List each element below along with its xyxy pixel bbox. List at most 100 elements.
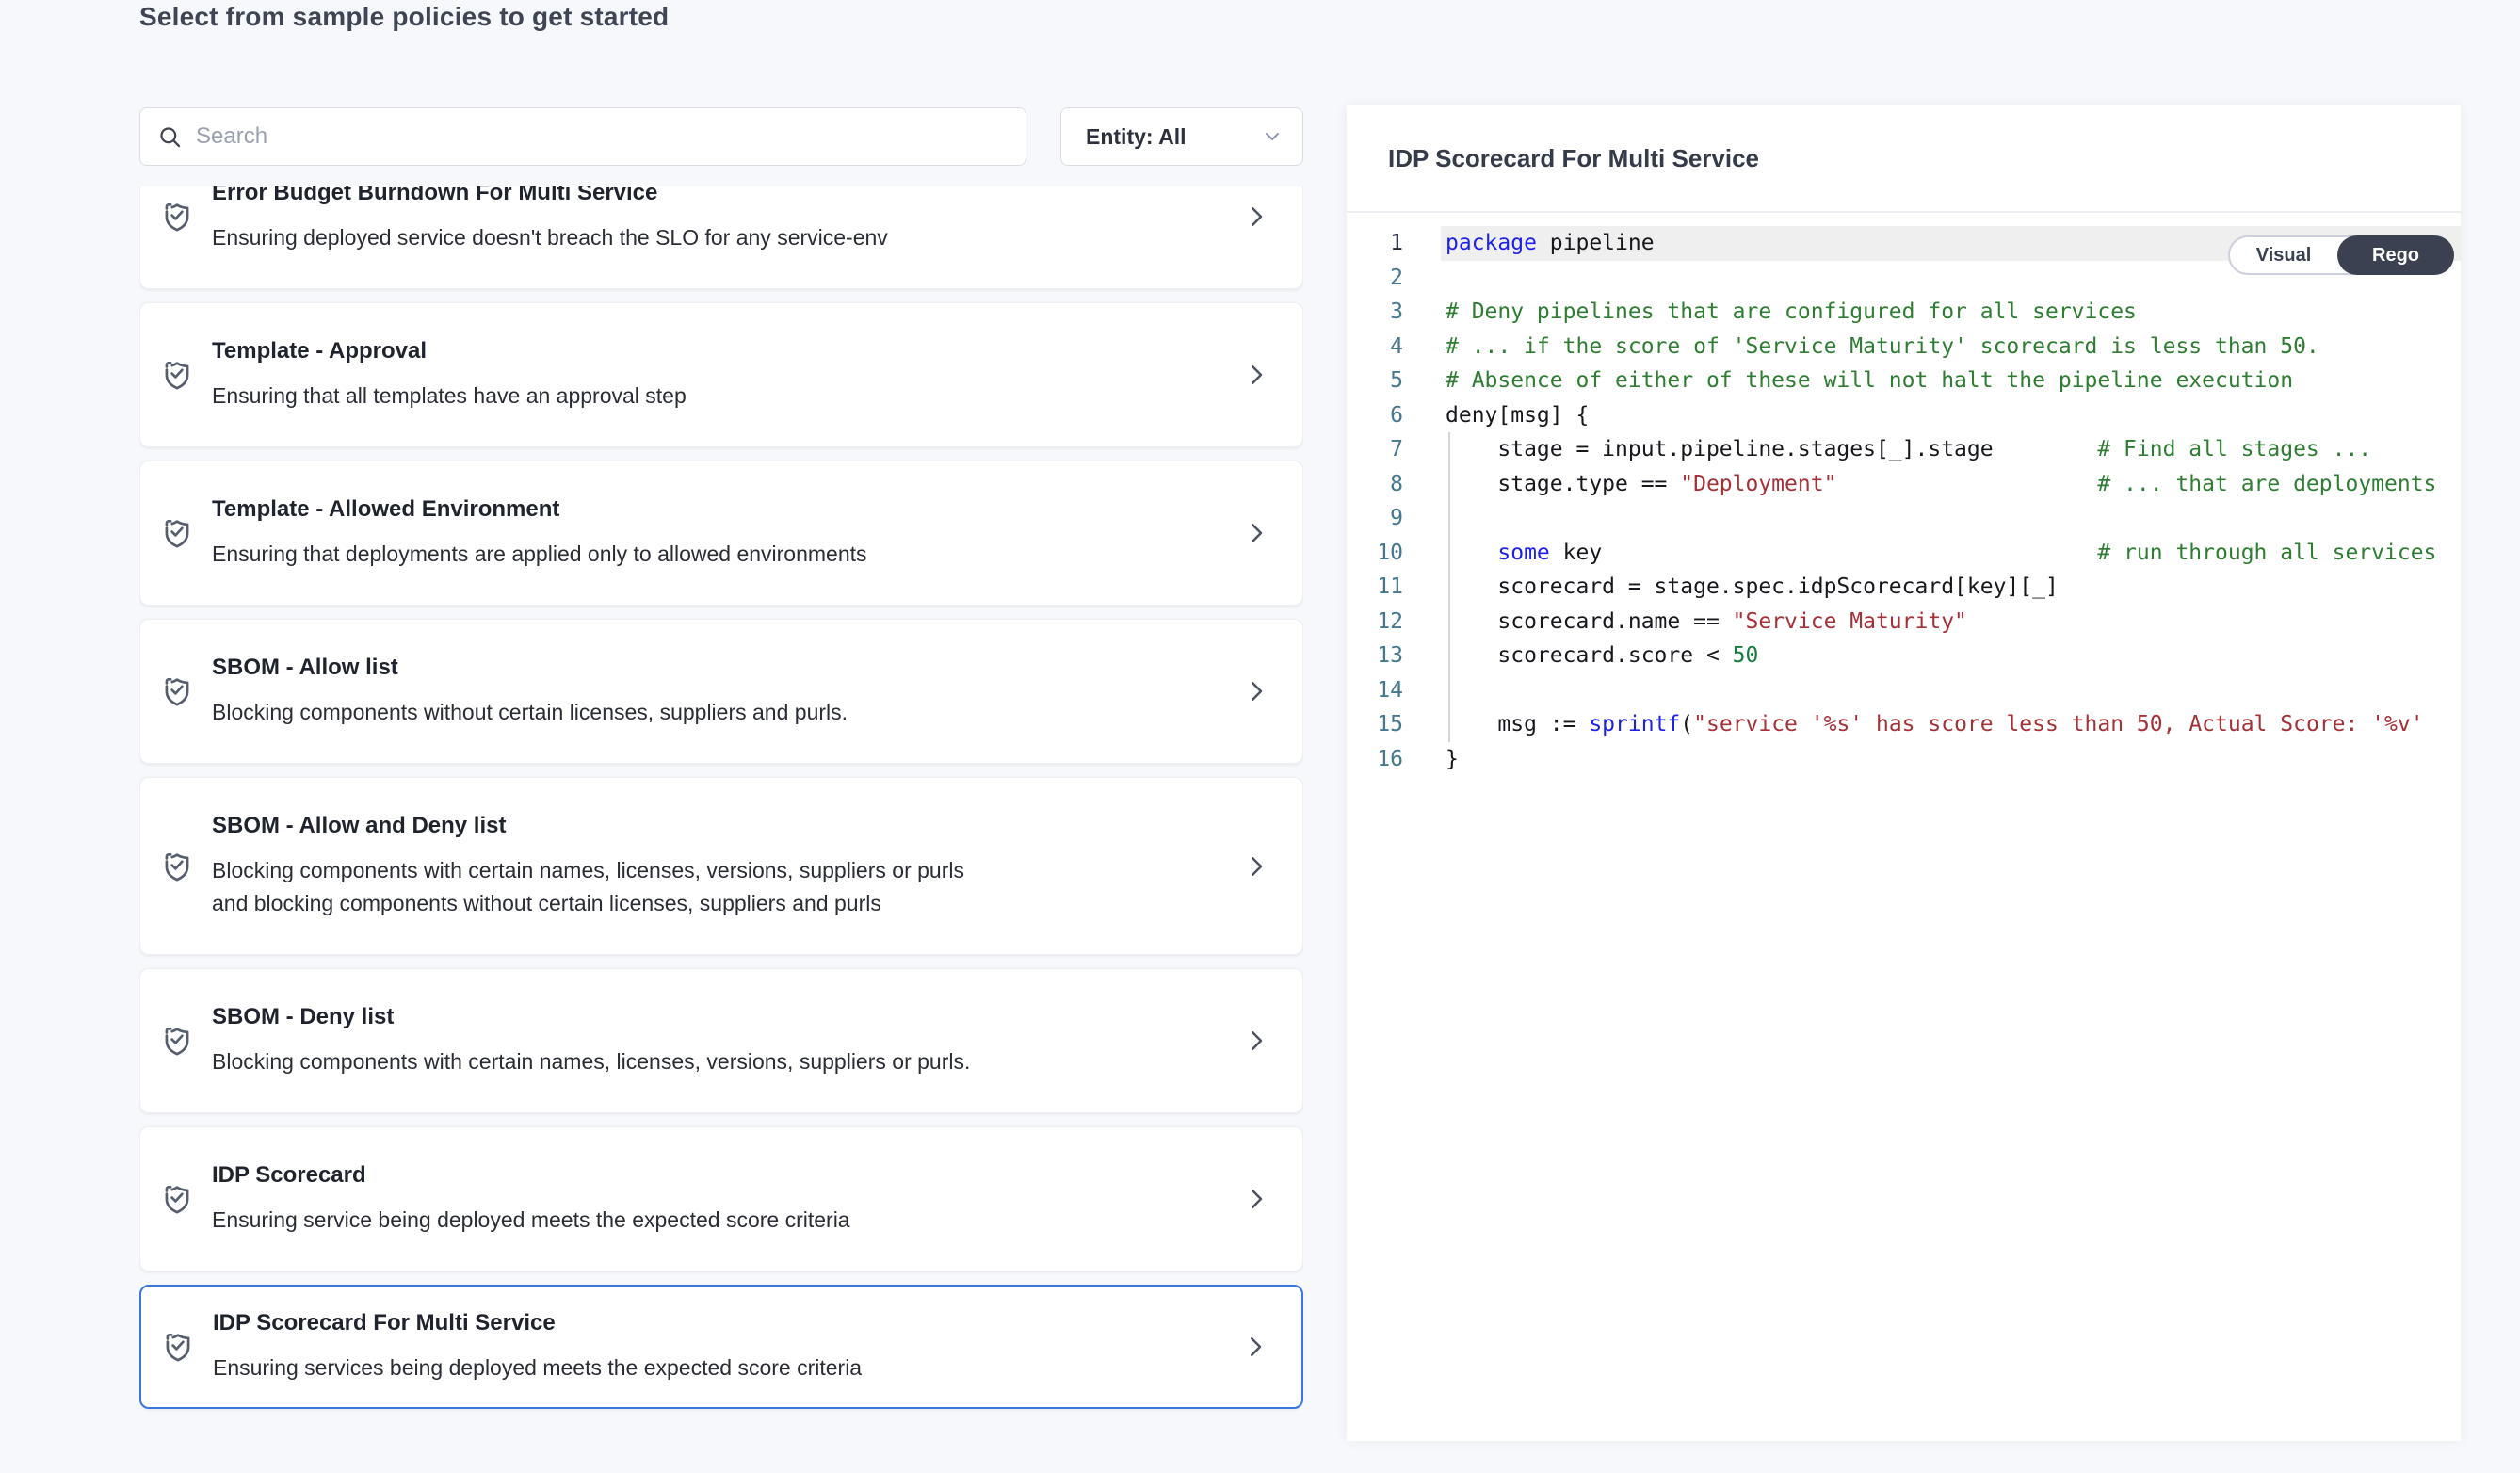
policy-description: Blocking components without certain lice… bbox=[212, 696, 1003, 729]
policy-title: Error Budget Burndown For Multi Service bbox=[212, 186, 1231, 207]
line-number: 8 bbox=[1347, 467, 1403, 502]
policy-description: Ensuring deployed service doesn't breach… bbox=[212, 221, 1003, 254]
detail-divider bbox=[1347, 211, 2461, 213]
policy-card[interactable]: Template - Approval Ensuring that all te… bbox=[139, 302, 1303, 447]
line-number: 15 bbox=[1347, 707, 1403, 742]
line-number: 2 bbox=[1347, 261, 1403, 296]
policy-description: Ensuring that deployments are applied on… bbox=[212, 538, 1003, 571]
code-line-content: scorecard.name == "Service Maturity" bbox=[1441, 605, 2461, 639]
detail-title: IDP Scorecard For Multi Service bbox=[1388, 144, 1759, 173]
chevron-right-icon[interactable] bbox=[1242, 361, 1270, 389]
policy-card-text: SBOM - Allow and Deny list Blocking comp… bbox=[212, 812, 1231, 920]
code-line: 13 scorecard.score < 50 bbox=[1347, 639, 2461, 673]
code-line: 4 # ... if the score of 'Service Maturity… bbox=[1347, 330, 2461, 364]
entity-filter-label: Entity: All bbox=[1086, 124, 1261, 150]
line-number: 4 bbox=[1347, 330, 1403, 364]
policy-description: Ensuring services being deployed meets t… bbox=[213, 1352, 1004, 1384]
policy-card-text: Template - Allowed Environment Ensuring … bbox=[212, 495, 1231, 571]
policy-title: Template - Approval bbox=[212, 337, 1231, 365]
code-line: 16} bbox=[1347, 742, 2461, 777]
search-input[interactable] bbox=[196, 123, 1009, 150]
code-line-content: deny[msg] { bbox=[1441, 398, 2461, 433]
shield-check-icon bbox=[159, 356, 195, 394]
policy-detail-panel: IDP Scorecard For Multi Service 1package… bbox=[1347, 105, 2461, 1441]
page-title: Select from sample policies to get start… bbox=[139, 2, 669, 32]
line-number: 10 bbox=[1347, 536, 1403, 571]
code-line: 7 stage = input.pipeline.stages[_].stage… bbox=[1347, 432, 2461, 467]
policy-list: Error Budget Burndown For Multi Service … bbox=[139, 186, 1303, 1441]
visual-toggle-button[interactable]: Visual bbox=[2230, 237, 2337, 273]
code-line: 12 scorecard.name == "Service Maturity" bbox=[1347, 605, 2461, 639]
policy-card-text: IDP Scorecard For Multi Service Ensuring… bbox=[213, 1309, 1230, 1384]
chevron-right-icon[interactable] bbox=[1242, 677, 1270, 705]
shield-check-icon bbox=[160, 1328, 196, 1366]
policy-title: Template - Allowed Environment bbox=[212, 495, 1231, 524]
entity-filter-dropdown[interactable]: Entity: All bbox=[1060, 107, 1303, 166]
code-line-content: msg := sprintf("service '%s' has score l… bbox=[1441, 707, 2461, 742]
code-line: 11 scorecard = stage.spec.idpScorecard[k… bbox=[1347, 570, 2461, 605]
chevron-right-icon[interactable] bbox=[1242, 852, 1270, 881]
code-line-content bbox=[1441, 501, 2461, 536]
line-number: 3 bbox=[1347, 295, 1403, 330]
rego-toggle-button[interactable]: Rego bbox=[2337, 235, 2454, 275]
code-line: 14 bbox=[1347, 673, 2461, 708]
policy-card[interactable]: SBOM - Deny list Blocking components wit… bbox=[139, 968, 1303, 1113]
code-line: 8 stage.type == "Deployment" # ... that … bbox=[1347, 467, 2461, 502]
policy-title: IDP Scorecard bbox=[212, 1161, 1231, 1190]
code-line-content: stage = input.pipeline.stages[_].stage #… bbox=[1441, 432, 2461, 467]
line-number: 6 bbox=[1347, 398, 1403, 433]
policy-card-text: IDP Scorecard Ensuring service being dep… bbox=[212, 1161, 1231, 1237]
policy-description: Blocking components with certain names, … bbox=[212, 854, 1003, 920]
policy-card-text: SBOM - Deny list Blocking components wit… bbox=[212, 1003, 1231, 1078]
line-number: 12 bbox=[1347, 605, 1403, 639]
policy-card[interactable]: Error Budget Burndown For Multi Service … bbox=[139, 186, 1303, 289]
policy-card[interactable]: SBOM - Allow list Blocking components wi… bbox=[139, 619, 1303, 764]
line-number: 5 bbox=[1347, 364, 1403, 398]
code-line: 5 # Absence of either of these will not h… bbox=[1347, 364, 2461, 398]
code-line: 10 some key # run through all services bbox=[1347, 536, 2461, 571]
shield-check-icon bbox=[159, 514, 195, 552]
policy-title: SBOM - Allow and Deny list bbox=[212, 812, 1231, 840]
shield-check-icon bbox=[159, 1180, 195, 1218]
line-number: 13 bbox=[1347, 639, 1403, 673]
rego-code-editor[interactable]: 1package pipeline23# Deny pipelines that… bbox=[1347, 226, 2461, 1441]
line-number: 1 bbox=[1347, 226, 1403, 261]
shield-check-icon bbox=[159, 1022, 195, 1060]
chevron-right-icon[interactable] bbox=[1242, 519, 1270, 547]
policy-card[interactable]: Template - Allowed Environment Ensuring … bbox=[139, 461, 1303, 606]
line-number: 14 bbox=[1347, 673, 1403, 708]
line-number: 16 bbox=[1347, 742, 1403, 777]
policy-title: SBOM - Allow list bbox=[212, 654, 1231, 682]
policy-card-text: Error Budget Burndown For Multi Service … bbox=[212, 186, 1231, 254]
code-line-content: scorecard.score < 50 bbox=[1441, 639, 2461, 673]
policy-title: SBOM - Deny list bbox=[212, 1003, 1231, 1031]
shield-check-icon bbox=[159, 672, 195, 710]
policy-card-text: Template - Approval Ensuring that all te… bbox=[212, 337, 1231, 413]
shield-check-icon bbox=[159, 198, 195, 235]
indent-guide bbox=[1448, 432, 1450, 742]
policy-description: Ensuring that all templates have an appr… bbox=[212, 380, 1003, 413]
chevron-right-icon[interactable] bbox=[1241, 1333, 1269, 1361]
code-line-content: } bbox=[1441, 742, 2461, 777]
shield-check-icon bbox=[159, 848, 195, 885]
chevron-right-icon[interactable] bbox=[1242, 1185, 1270, 1213]
view-mode-toggle: Visual Rego bbox=[2228, 235, 2454, 275]
line-number: 9 bbox=[1347, 501, 1403, 536]
code-line-content: # Absence of either of these will not ha… bbox=[1441, 364, 2461, 398]
code-line-content bbox=[1441, 673, 2461, 708]
code-line: 3# Deny pipelines that are configured fo… bbox=[1347, 295, 2461, 330]
policy-card-text: SBOM - Allow list Blocking components wi… bbox=[212, 654, 1231, 729]
policy-description: Blocking components with certain names, … bbox=[212, 1045, 1003, 1078]
chevron-right-icon[interactable] bbox=[1242, 202, 1270, 231]
code-line: 6 deny[msg] { bbox=[1347, 398, 2461, 433]
line-number: 11 bbox=[1347, 570, 1403, 605]
policy-title: IDP Scorecard For Multi Service bbox=[213, 1309, 1230, 1337]
chevron-right-icon[interactable] bbox=[1242, 1027, 1270, 1055]
policy-card[interactable]: IDP Scorecard For Multi Service Ensuring… bbox=[139, 1285, 1303, 1409]
search-box[interactable] bbox=[139, 107, 1026, 166]
code-line: 9 bbox=[1347, 501, 2461, 536]
code-line-content: # ... if the score of 'Service Maturity'… bbox=[1441, 330, 2461, 364]
policy-card[interactable]: SBOM - Allow and Deny list Blocking comp… bbox=[139, 777, 1303, 955]
policy-card[interactable]: IDP Scorecard Ensuring service being dep… bbox=[139, 1126, 1303, 1271]
code-lines: 1package pipeline23# Deny pipelines that… bbox=[1347, 226, 2461, 776]
